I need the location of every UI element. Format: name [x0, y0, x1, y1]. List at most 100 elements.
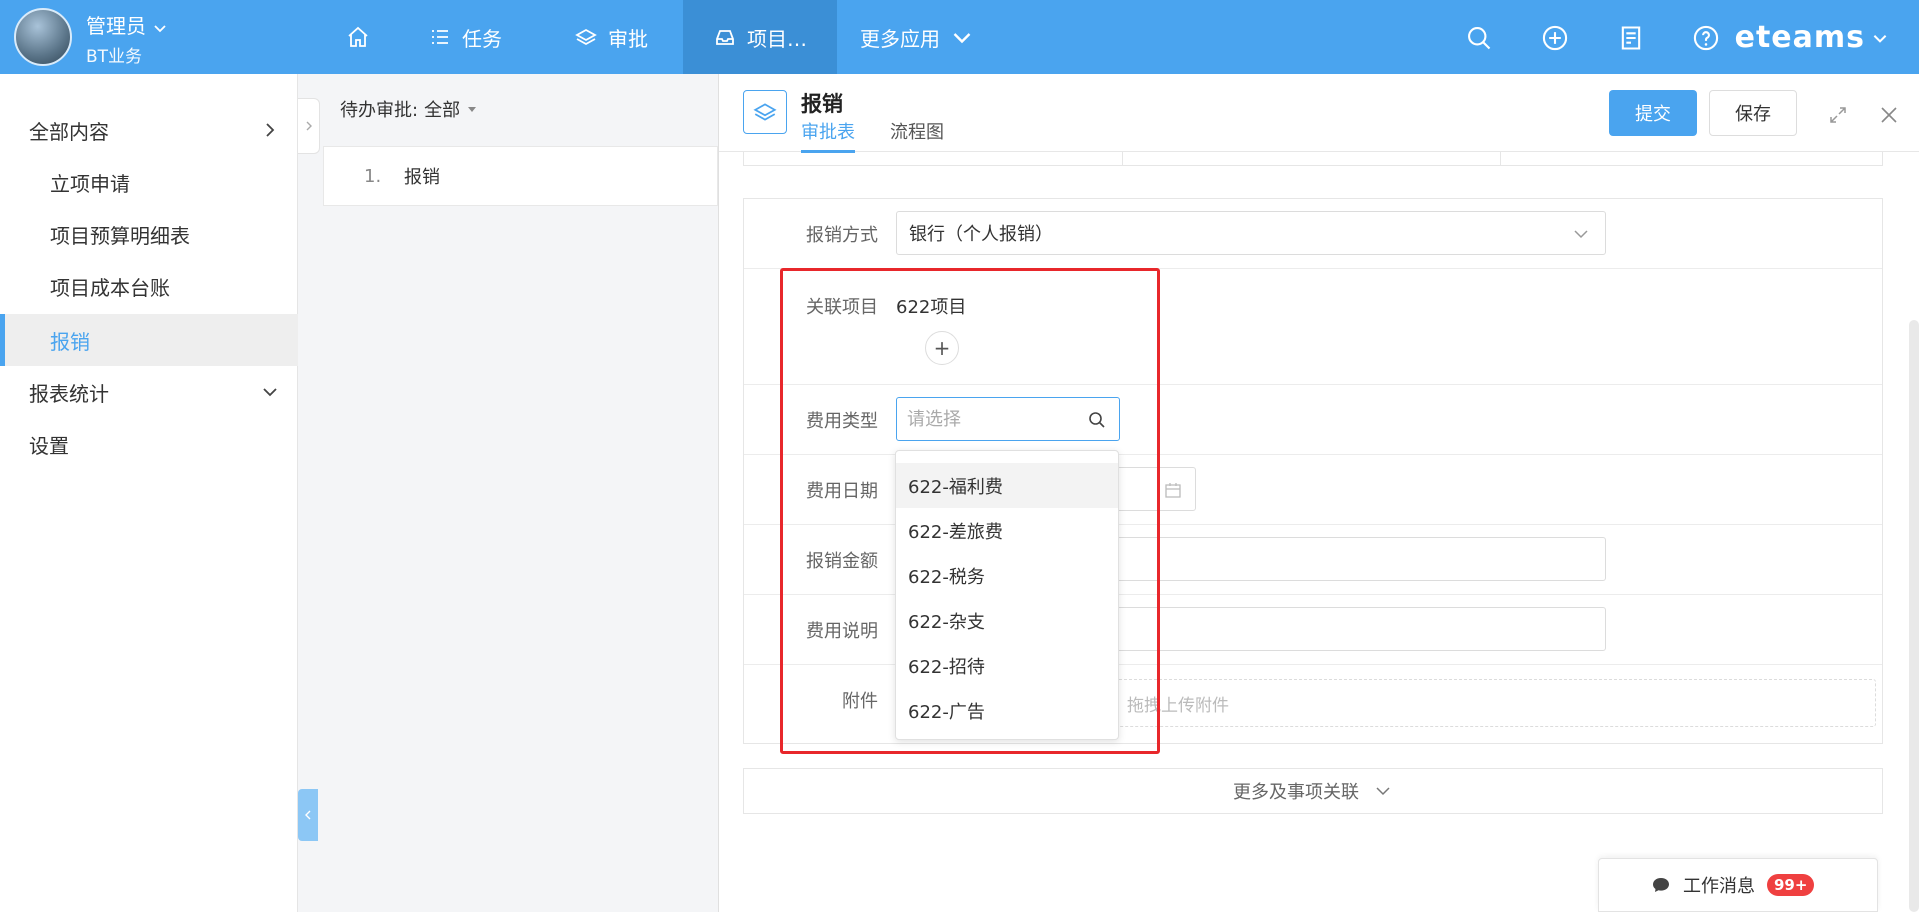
more-label: 更多及事项关联 — [1233, 782, 1359, 803]
expand-panel-button[interactable] — [298, 98, 320, 154]
dropdown-option[interactable]: 622-差旅费 — [896, 508, 1118, 553]
form-row-method: 报销方式 银行（个人报销） — [744, 199, 1882, 269]
tab-flowchart[interactable]: 流程图 — [890, 118, 944, 150]
close-icon[interactable] — [1878, 104, 1900, 126]
field-label: 报销方式 — [806, 225, 878, 246]
sidebar-item-label: 项目预算明细表 — [50, 223, 190, 248]
brand-menu[interactable]: eteams — [1735, 20, 1889, 55]
nav-tasks-label: 任务 — [462, 26, 502, 51]
field-label: 费用日期 — [806, 481, 878, 502]
reimbursement-method-select[interactable]: 银行（个人报销） — [896, 211, 1606, 255]
expand-icon[interactable] — [1827, 104, 1849, 126]
field-label: 报销金额 — [806, 551, 878, 572]
notes-icon[interactable] — [1617, 24, 1645, 52]
top-bar: 管理员 BT业务 任务 审批 项目… 更多应用 eteams — [0, 0, 1919, 74]
form-row-project: 关联项目 622项目 + — [744, 269, 1882, 385]
field-label: 附件 — [842, 691, 878, 712]
nav-more-apps-label: 更多应用 — [860, 26, 940, 51]
dropdown-option[interactable]: 622-杂支 — [896, 598, 1118, 643]
expense-type-input[interactable] — [907, 404, 1077, 434]
chevron-right-icon — [266, 123, 275, 137]
sidebar-item-label: 立项申请 — [50, 171, 130, 196]
avatar[interactable] — [14, 8, 72, 66]
scrollbar[interactable] — [1909, 320, 1919, 912]
calendar-icon — [1165, 483, 1181, 498]
dropdown-option[interactable]: 622-福利费 — [896, 463, 1118, 508]
user-name: 管理员 — [86, 14, 146, 38]
layers-icon — [753, 103, 777, 121]
sidebar: 全部内容 立项申请 项目预算明细表 项目成本台账 报销 报表统计 设置 — [0, 74, 298, 912]
sidebar-item-cost-ledger[interactable]: 项目成本台账 — [0, 260, 298, 312]
nav-tasks[interactable]: 任务 — [428, 0, 502, 74]
dropdown-option[interactable]: 622-税务 — [896, 553, 1118, 598]
form-type-icon — [743, 90, 787, 134]
tab-approval-form[interactable]: 审批表 — [801, 118, 855, 153]
work-messages-button[interactable]: 工作消息 99+ — [1598, 858, 1878, 912]
more-and-links-toggle[interactable]: 更多及事项关联 — [743, 768, 1883, 814]
expense-type-dropdown: 622-福利费 622-差旅费 622-税务 622-杂支 622-招待 622… — [895, 450, 1119, 740]
field-label: 关联项目 — [806, 297, 878, 318]
sidebar-item-reimbursement[interactable]: 报销 — [0, 314, 298, 366]
sidebar-item-project-initiation[interactable]: 立项申请 — [0, 156, 298, 208]
plus-icon: + — [933, 336, 951, 360]
nav-approval-label: 审批 — [608, 26, 648, 51]
chevron-left-icon — [305, 810, 311, 820]
submit-button[interactable]: 提交 — [1609, 90, 1697, 136]
select-value: 银行（个人报销） — [909, 224, 1053, 245]
list-item-index: 1. — [364, 165, 382, 187]
nav-more-apps[interactable]: 更多应用 — [860, 0, 974, 74]
save-button[interactable]: 保存 — [1709, 90, 1797, 136]
filter-value: 全部 — [424, 100, 461, 121]
nav-project-label: 项目… — [747, 26, 807, 51]
add-project-button[interactable]: + — [925, 331, 959, 365]
column-divider — [1122, 152, 1123, 166]
field-label: 费用说明 — [806, 621, 878, 642]
dropdown-option[interactable]: 622-招待 — [896, 643, 1118, 688]
messages-label: 工作消息 — [1683, 876, 1755, 897]
user-org: BT业务 — [86, 47, 143, 67]
inbox-icon — [716, 30, 734, 45]
filter-label: 待办审批: — [340, 100, 419, 121]
search-icon[interactable] — [1465, 24, 1493, 52]
approval-filter[interactable]: 待办审批: 全部 — [340, 96, 478, 122]
chevron-down-icon — [953, 33, 971, 44]
nav-approval[interactable]: 审批 — [574, 0, 648, 74]
detail-title: 报销 — [801, 92, 843, 116]
field-label: 费用类型 — [806, 411, 878, 432]
sidebar-item-reports[interactable]: 报表统计 — [0, 366, 298, 418]
search-icon — [1089, 412, 1105, 428]
sidebar-item-budget-detail[interactable]: 项目预算明细表 — [0, 208, 298, 260]
expense-type-search[interactable] — [896, 397, 1120, 441]
list-icon — [432, 30, 448, 44]
layers-icon — [575, 28, 597, 46]
user-menu[interactable]: 管理员 — [86, 10, 168, 39]
dropdown-option[interactable]: 622-广告 — [896, 688, 1118, 733]
nav-home[interactable] — [346, 0, 370, 74]
sidebar-item-all-content[interactable]: 全部内容 — [0, 104, 298, 156]
help-icon[interactable] — [1692, 24, 1720, 52]
detail-header: 报销 审批表 流程图 提交 保存 — [719, 74, 1919, 153]
sidebar-item-label: 全部内容 — [29, 119, 109, 144]
list-item[interactable]: 1. 报销 — [323, 146, 718, 206]
chevron-down-icon — [263, 388, 277, 397]
brand-logo: eteams — [1734, 20, 1865, 55]
linked-project-value[interactable]: 622项目 — [896, 293, 966, 319]
add-icon[interactable] — [1541, 24, 1569, 52]
nav-project[interactable]: 项目… — [683, 0, 837, 74]
form-section-top — [743, 152, 1883, 166]
messages-badge: 99+ — [1767, 874, 1815, 896]
collapse-sidebar-handle[interactable] — [298, 789, 318, 841]
upload-hint: 拖拽上传附件 — [1127, 695, 1229, 716]
chevron-right-icon — [306, 121, 312, 131]
chevron-down-icon — [1574, 230, 1588, 239]
sidebar-item-label: 设置 — [29, 433, 69, 458]
home-icon — [348, 26, 368, 47]
chevron-down-icon — [154, 24, 166, 32]
column-divider — [1500, 152, 1501, 166]
form-row-expense-type: 费用类型 — [744, 385, 1882, 455]
sidebar-item-label: 项目成本台账 — [50, 275, 170, 300]
sidebar-item-settings[interactable]: 设置 — [0, 418, 298, 470]
list-item-title: 报销 — [404, 167, 440, 188]
chat-icon — [1653, 878, 1669, 892]
chevron-down-icon — [1376, 787, 1390, 796]
